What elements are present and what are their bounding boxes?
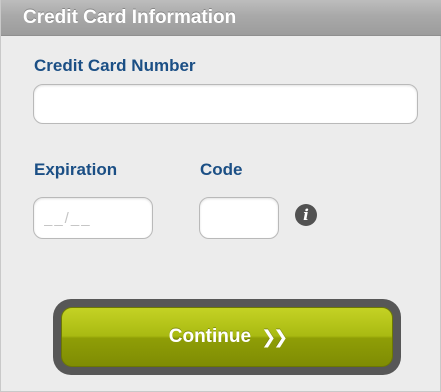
info-icon[interactable]: i (295, 204, 317, 226)
code-input[interactable] (199, 197, 279, 239)
card-number-label: Credit Card Number (34, 56, 196, 75)
double-chevron-right-icon: ❯❯ (261, 326, 288, 347)
continue-button-label: Continue (168, 326, 252, 347)
credit-card-panel: Credit Card Information Credit Card Numb… (0, 0, 441, 392)
expiration-label: Expiration (34, 160, 118, 179)
continue-button[interactable]: Continue ❯❯ (61, 307, 393, 367)
expiration-input[interactable] (33, 197, 153, 239)
card-number-input[interactable] (33, 84, 418, 124)
panel-header: Credit Card Information (1, 0, 441, 36)
code-label: Code (200, 160, 243, 179)
continue-button-frame: Continue ❯❯ (53, 299, 401, 375)
